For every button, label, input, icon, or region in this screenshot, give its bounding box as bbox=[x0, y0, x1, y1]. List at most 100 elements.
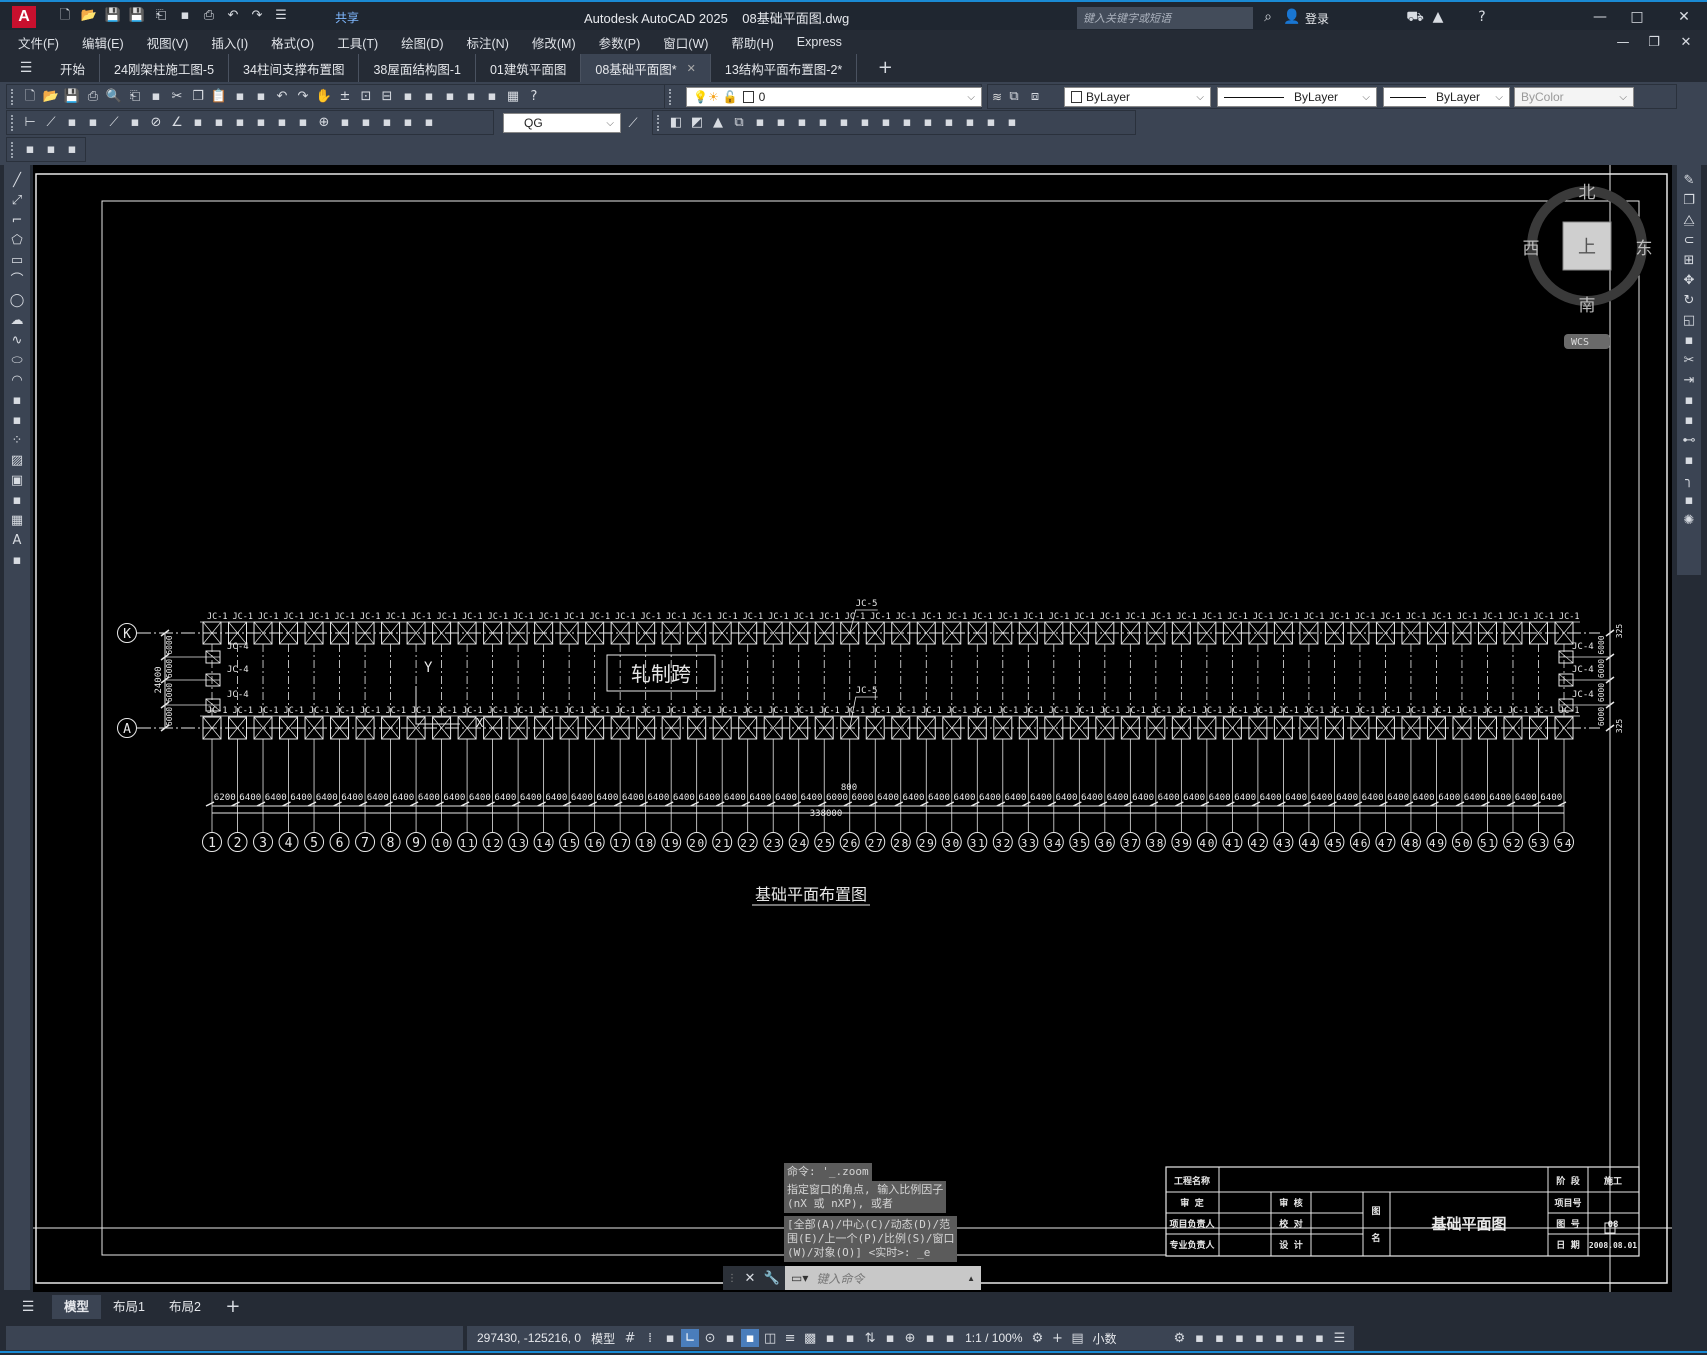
toolbar-grip[interactable] bbox=[11, 88, 15, 105]
menu-item[interactable]: 视图(V) bbox=[147, 33, 189, 52]
jogged-linear-icon[interactable]: ▪ bbox=[357, 114, 375, 132]
plus-icon[interactable]: + bbox=[1048, 1329, 1066, 1347]
construction-line-icon[interactable]: ⤢ bbox=[8, 191, 26, 209]
lineweight-icon[interactable]: ≡ bbox=[781, 1329, 799, 1347]
annotation-visibility-icon[interactable]: ▪ bbox=[921, 1329, 939, 1347]
file-tab[interactable]: 38屋面结构图-1 bbox=[359, 54, 476, 82]
dwf-icon[interactable]: ▪ bbox=[147, 88, 165, 106]
linetype-dropdown[interactable]: ByLayer ⌵ bbox=[1217, 87, 1377, 107]
layout-menu-icon[interactable]: ☰ bbox=[18, 1297, 38, 1317]
polygon-icon[interactable]: ⬠ bbox=[8, 231, 26, 249]
isolate-icon[interactable]: ▪ bbox=[1270, 1329, 1288, 1347]
diameter-dim-icon[interactable]: ⊘ bbox=[147, 114, 165, 132]
multiline-text-icon[interactable]: A bbox=[8, 531, 26, 549]
explode-icon[interactable]: ✺ bbox=[1680, 511, 1698, 529]
toolbar-grip[interactable] bbox=[11, 114, 15, 131]
offset-icon[interactable]: ⊂ bbox=[1680, 231, 1698, 249]
revolve-icon[interactable]: ▪ bbox=[814, 114, 832, 132]
menu-item[interactable]: 工具(T) bbox=[337, 33, 378, 52]
tool-palettes-icon[interactable]: ▪ bbox=[441, 88, 459, 106]
toolbar-grip[interactable] bbox=[11, 141, 15, 158]
save-icon[interactable]: 💾 bbox=[63, 88, 81, 106]
menu-item[interactable]: 参数(P) bbox=[599, 33, 641, 52]
transparency-icon[interactable]: ▩ bbox=[801, 1329, 819, 1347]
scale-icon[interactable]: ◱ bbox=[1680, 311, 1698, 329]
search-input[interactable]: 键入关键字或短语 bbox=[1077, 7, 1253, 29]
units-dropdown[interactable]: 小数 bbox=[1088, 1330, 1168, 1347]
ortho-icon[interactable]: ∟ bbox=[681, 1329, 700, 1347]
region-icon[interactable]: ▪ bbox=[8, 491, 26, 509]
new-layout-plus-icon[interactable]: + bbox=[223, 1297, 243, 1317]
rectangle-icon[interactable]: ▭ bbox=[8, 251, 26, 269]
history-toggle-icon[interactable]: ▲ bbox=[967, 1274, 975, 1283]
quick-properties-icon[interactable]: ▪ bbox=[1230, 1329, 1248, 1347]
aligned-dim-icon[interactable]: ⟋ bbox=[42, 114, 60, 132]
markup-icon[interactable]: ▪ bbox=[483, 88, 501, 106]
match-properties-icon[interactable]: ▪ bbox=[231, 88, 249, 106]
publish-icon[interactable]: ⎗ bbox=[152, 6, 170, 24]
app-menu-button[interactable]: A bbox=[12, 6, 36, 28]
autodesk-a360-icon[interactable]: ▲ bbox=[1428, 7, 1448, 27]
help-icon[interactable]: ? bbox=[1472, 7, 1492, 27]
interfere-icon[interactable]: ▪ bbox=[856, 114, 874, 132]
space-dim-icon[interactable]: ▪ bbox=[252, 114, 270, 132]
arc-icon[interactable]: ⌒ bbox=[8, 271, 26, 289]
break-dim-icon[interactable]: ▪ bbox=[273, 114, 291, 132]
circle-icon[interactable]: ◯ bbox=[8, 291, 26, 309]
radius-dim-icon[interactable]: ⟋ bbox=[105, 114, 123, 132]
calculator-icon[interactable]: ▦ bbox=[504, 88, 522, 106]
publish-icon[interactable]: ⎗ bbox=[126, 88, 144, 106]
array-icon[interactable]: ⊞ bbox=[1680, 251, 1698, 269]
file-tab[interactable]: 01建筑平面图 bbox=[476, 54, 582, 82]
linear-dim-icon[interactable]: ⊢ bbox=[21, 114, 39, 132]
center-mark-icon[interactable]: ⊕ bbox=[315, 114, 333, 132]
spline-icon[interactable]: ∿ bbox=[8, 331, 26, 349]
gear-icon[interactable]: ⚙ bbox=[1028, 1329, 1046, 1347]
copy-icon[interactable]: ❐ bbox=[189, 88, 207, 106]
extrude-icon[interactable]: ▪ bbox=[793, 114, 811, 132]
attribute-edit-icon[interactable]: ▪ bbox=[42, 141, 60, 159]
plot-icon[interactable]: ⎙ bbox=[200, 6, 218, 24]
trim-icon[interactable]: ✂ bbox=[1680, 351, 1698, 369]
workspace-icon[interactable]: ⚙ bbox=[1170, 1329, 1188, 1347]
close-icon[interactable]: ✕ bbox=[1674, 7, 1694, 27]
file-tab[interactable]: 开始 bbox=[46, 54, 101, 82]
layer-properties-icon[interactable]: ≋ bbox=[992, 90, 1002, 104]
continue-dim-icon[interactable]: ▪ bbox=[231, 114, 249, 132]
new-icon[interactable]: 🗋 bbox=[21, 88, 39, 106]
redo-icon[interactable]: ↷ bbox=[294, 88, 312, 106]
command-input[interactable]: ▭▾ 键入命令 ▲ bbox=[785, 1266, 981, 1290]
check-icon[interactable]: ▪ bbox=[1003, 114, 1021, 132]
login-button[interactable]: 登录 bbox=[1305, 10, 1329, 27]
section-icon[interactable]: ▪ bbox=[877, 114, 895, 132]
hardware-accel-icon[interactable]: ▪ bbox=[1290, 1329, 1308, 1347]
recent-commands-icon[interactable]: ▭▾ bbox=[791, 1271, 808, 1285]
wedge-icon[interactable]: ◩ bbox=[688, 114, 706, 132]
chamfer-icon[interactable]: ▪ bbox=[1680, 451, 1698, 469]
intersect-icon[interactable]: ▪ bbox=[772, 114, 790, 132]
toolbar-grip[interactable] bbox=[669, 88, 673, 105]
hamburger-menu-icon[interactable]: ☰ bbox=[16, 58, 36, 78]
layer-previous-icon[interactable]: ⧈ bbox=[1026, 88, 1044, 106]
shell-icon[interactable]: ▪ bbox=[982, 114, 1000, 132]
paste-icon[interactable]: 📋 bbox=[210, 88, 228, 106]
help-icon[interactable]: ? bbox=[525, 88, 543, 106]
layer-dropdown[interactable]: 💡☀ 🔓 0 ⌵ bbox=[686, 87, 982, 107]
angular-dim-icon[interactable]: ∠ bbox=[168, 114, 186, 132]
grid-icon[interactable]: # bbox=[621, 1329, 639, 1347]
save-as-icon[interactable]: 💾 bbox=[128, 6, 146, 24]
cut-icon[interactable]: ✂ bbox=[168, 88, 186, 106]
color-dropdown[interactable]: ByLayer ⌵ bbox=[1064, 87, 1211, 107]
coordinates-readout[interactable]: 297430, -125216, 0 bbox=[473, 1331, 585, 1345]
blend-icon[interactable]: ▪ bbox=[1680, 491, 1698, 509]
jogged-dim-icon[interactable]: ▪ bbox=[126, 114, 144, 132]
dim-text-edit-icon[interactable]: ▪ bbox=[399, 114, 417, 132]
file-tab[interactable]: 13结构平面布置图-2* bbox=[711, 54, 858, 82]
infer-constraints-icon[interactable]: ▪ bbox=[661, 1329, 679, 1347]
imprint-icon[interactable]: ▪ bbox=[919, 114, 937, 132]
mirror-icon[interactable]: ⧋ bbox=[1680, 211, 1698, 229]
flatten-icon[interactable]: ▪ bbox=[898, 114, 916, 132]
doc-close-icon[interactable]: ✕ bbox=[1677, 33, 1695, 51]
properties-icon[interactable]: ▪ bbox=[399, 88, 417, 106]
move-icon[interactable]: ✥ bbox=[1680, 271, 1698, 289]
